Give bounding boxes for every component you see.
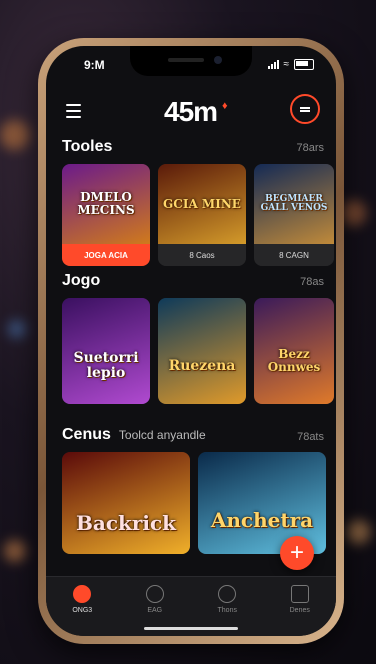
bokeh-light [8,320,26,338]
logo-crown-icon: ♦ [222,100,228,112]
phone-screen: 9:M ≈ 45m ♦ Tooles 78ars DMELO MECINS JO… [46,46,336,636]
power-icon [218,585,237,603]
game-card[interactable]: BEGMIAER GALL VENOS 8 CAGN [254,164,334,266]
list-icon [290,585,309,603]
game-art: Backrick [62,452,190,554]
lock-icon [145,585,164,603]
card-row: Suetorri lepio Ruezena Bezz Onnwes [62,298,334,404]
game-art: DMELO MECINS [62,164,150,244]
bokeh-light [4,540,26,562]
app-logo: 45m [164,96,218,127]
card-action[interactable]: 8 Caos [158,244,246,266]
chip-icon [73,585,92,603]
game-card[interactable]: Suetorri lepio [62,298,150,404]
wifi-icon: ≈ [283,59,290,70]
section-title: Jogo [62,272,101,289]
section-count[interactable]: 78ars [296,142,324,154]
bokeh-light [0,120,30,150]
game-card[interactable]: Ruezena [158,298,246,404]
card-row: DMELO MECINS JOGA ACIA GCIA MINE 8 Caos … [62,164,334,266]
profile-button[interactable] [290,94,320,124]
game-card[interactable]: Backrick [62,452,190,554]
section-title: Tooles [62,138,113,155]
card-action[interactable]: JOGA ACIA [62,244,150,266]
bokeh-light [346,520,370,544]
status-icons: ≈ [267,59,314,70]
app-header: 45m ♦ [46,94,336,128]
signal-icon [267,60,279,69]
game-card[interactable]: Bezz Onnwes [254,298,334,404]
game-card[interactable]: DMELO MECINS JOGA ACIA [62,164,150,266]
section-count[interactable]: 78ats [297,431,324,443]
game-art: Suetorri lepio [62,298,150,404]
tab-ong3[interactable]: ONG3 [52,585,112,636]
notch [130,46,252,76]
game-art: BEGMIAER GALL VENOS [254,164,334,244]
section-count[interactable]: 78as [300,276,324,288]
status-time: 9:M [84,58,105,72]
game-art: GCIA MINE [158,164,246,244]
game-card[interactable]: GCIA MINE 8 Caos [158,164,246,266]
add-fab-button[interactable]: + [280,536,314,570]
card-action[interactable]: 8 CAGN [254,244,334,266]
game-art: Ruezena [158,298,246,404]
tab-denes[interactable]: Denes [270,585,330,636]
home-indicator[interactable] [144,627,238,630]
battery-icon [294,59,314,70]
hamburger-menu-icon[interactable] [66,104,81,122]
game-art: Bezz Onnwes [254,298,334,404]
section-title: Cenus Toolcd anyandle [62,426,206,443]
